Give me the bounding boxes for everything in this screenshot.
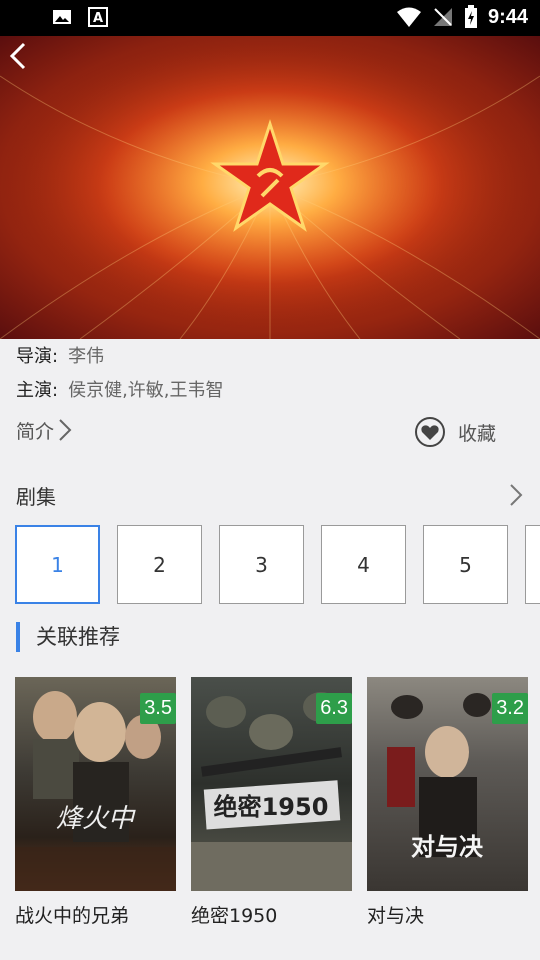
recommend-card-2[interactable]: 绝密1950 6.3 绝密1950 (191, 677, 352, 928)
svg-text:对与决: 对与决 (411, 832, 484, 861)
battery-charging-icon (464, 5, 477, 28)
poster-image: 对与决 3.2 (367, 677, 528, 891)
poster-image: 绝密1950 6.3 (191, 677, 352, 891)
card-title: 战火中的兄弟 (15, 905, 130, 927)
cast-row: 主演: 侯京健,许敏,王韦智 (16, 372, 524, 406)
cast-value: 侯京健,许敏,王韦智 (68, 380, 224, 401)
card-title: 绝密1950 (191, 905, 278, 927)
svg-text:绝密1950: 绝密1950 (214, 793, 329, 821)
intro-label: 简介 (16, 420, 55, 443)
rating-badge: 6.3 (316, 693, 352, 724)
recommend-card-1[interactable]: 烽火中 3.5 战火中的兄弟 (15, 677, 176, 928)
director-label: 导演: (16, 346, 59, 367)
favorite-button[interactable]: 收藏 (414, 416, 496, 448)
episodes-more-icon[interactable] (504, 481, 528, 509)
hero-banner (0, 36, 540, 339)
episode-button-5[interactable]: 5 (423, 525, 508, 604)
cast-label: 主演: (16, 380, 59, 401)
section-accent-bar (16, 622, 20, 652)
recommend-card-3[interactable]: 对与决 3.2 对与决 (367, 677, 528, 928)
intro-button[interactable]: 简介 (16, 416, 76, 444)
rating-badge: 3.5 (140, 693, 176, 724)
favorite-label: 收藏 (457, 422, 496, 445)
no-signal-icon (433, 8, 452, 26)
svg-text:A: A (93, 11, 103, 26)
video-info: 导演: 李伟 主演: 侯京健,许敏,王韦智 (16, 338, 524, 406)
clock: 9:44 (487, 5, 528, 28)
episode-button-1[interactable]: 1 (15, 525, 100, 604)
episode-button-2[interactable]: 2 (117, 525, 202, 604)
episode-button-partial[interactable] (525, 525, 540, 604)
rating-badge: 3.2 (492, 693, 528, 724)
poster-image: 烽火中 3.5 (15, 677, 176, 891)
episode-button-3[interactable]: 3 (219, 525, 304, 604)
app-notification-icon: A (88, 7, 108, 27)
heart-icon (414, 417, 445, 447)
episode-button-4[interactable]: 4 (321, 525, 406, 604)
back-arrow-icon[interactable] (0, 36, 40, 76)
episode-list: 1 2 3 4 5 (15, 525, 540, 607)
svg-text:烽火中: 烽火中 (56, 804, 136, 834)
director-value: 李伟 (68, 346, 105, 367)
chevron-right-icon (59, 419, 72, 441)
card-title: 对与决 (367, 905, 425, 927)
wifi-icon (396, 7, 421, 27)
recommend-title: 关联推荐 (36, 625, 120, 649)
red-star-emblem-image (0, 36, 540, 339)
episodes-title: 剧集 (16, 485, 56, 509)
director-row: 导演: 李伟 (16, 338, 524, 372)
status-bar: A 9:44 (0, 0, 540, 36)
image-notification-icon (53, 10, 71, 24)
